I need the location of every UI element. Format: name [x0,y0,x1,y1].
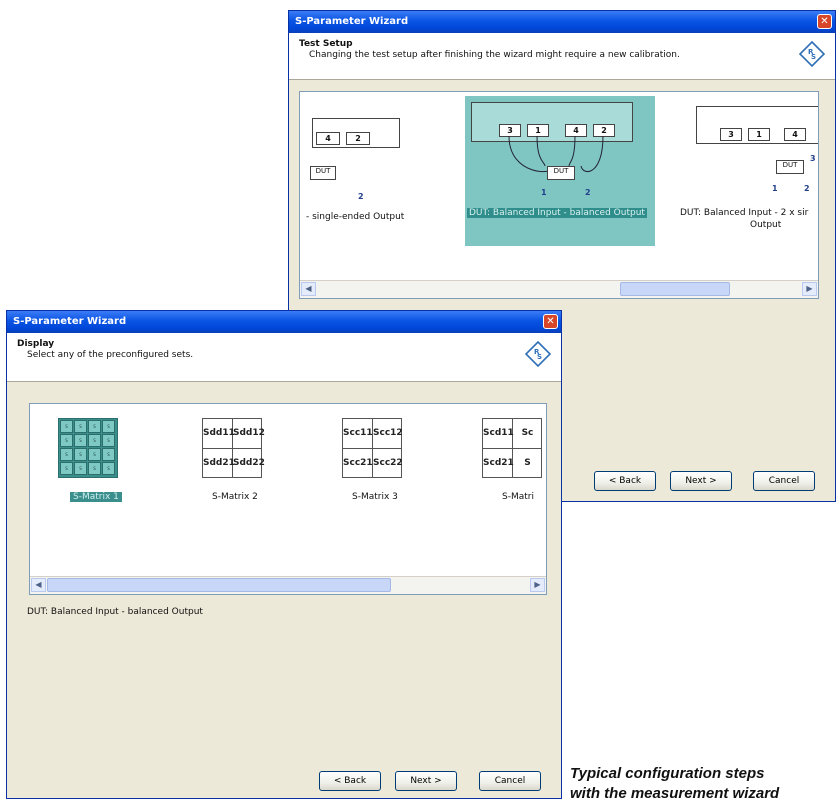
next-button[interactable]: Next > [670,471,732,491]
matrix-option-1[interactable]: S S S S S S S S S S S S S S S S S-Matrix… [58,404,128,514]
matrix-preview: Scc11 Scc12 Scc21 Scc22 [342,418,403,478]
wizard-window-display: S-Parameter Wizard ✕ Display Select any … [6,310,562,799]
matrix-cell: S [74,448,87,461]
scroll-left-arrow-icon[interactable]: ◀ [301,282,316,296]
setup-caption: - single-ended Output [306,212,405,222]
matrix-cell: S [74,462,87,475]
matrix-option-4[interactable]: Scd11 Sc Scd21 S S-Matri [482,404,546,514]
matrix-cell: Scc21 [343,449,373,478]
matrix-preview: S S S S S S S S S S S S S S S S [58,418,118,478]
pin-number: 2 [358,192,364,201]
wizard-header: Test Setup Changing the test setup after… [289,33,835,80]
next-button[interactable]: Next > [395,771,457,791]
setup-caption: DUT: Balanced Input - 2 x sir [680,208,809,218]
test-setup-list[interactable]: 4 2 DUT 2 - single-ended Output 3 1 4 2 … [299,91,819,299]
port-label: 2 [346,132,370,145]
pin-number: 1 [772,184,778,193]
matrix-cell: Sdd22 [233,458,265,468]
rohde-schwarz-logo-icon: R S [525,341,551,367]
matrix-cell: Scc11 [343,419,373,449]
matrix-cell: S [60,448,73,461]
scroll-right-arrow-icon[interactable]: ▶ [802,282,817,296]
selected-setup-description: DUT: Balanced Input - balanced Output [27,607,203,617]
scroll-thumb[interactable] [47,578,391,592]
back-button[interactable]: < Back [319,771,381,791]
matrix-set-list[interactable]: S S S S S S S S S S S S S S S S S-Matrix… [29,403,547,595]
matrix-cell: S [102,420,115,433]
matrix-cell: Sc [513,419,542,449]
close-button[interactable]: ✕ [817,14,832,29]
matrix-cell: S [74,434,87,447]
matrix-cell: Sdd21 [203,449,235,478]
matrix-cell: S [60,420,73,433]
dut-box: DUT [776,160,804,174]
window-title: S-Parameter Wizard [13,316,127,327]
back-button[interactable]: < Back [594,471,656,491]
pin-number: 3 [810,154,816,163]
matrix-cell: Scc12 [373,419,403,449]
figure-caption: Typical configuration steps with the mea… [570,764,779,804]
matrix-cell: Scc22 [373,458,403,468]
title-bar[interactable]: S-Parameter Wizard ✕ [289,11,835,33]
matrix-label: S-Matrix 2 [212,492,258,502]
cancel-button[interactable]: Cancel [479,771,541,791]
title-bar[interactable]: S-Parameter Wizard ✕ [7,311,561,333]
matrix-option-2[interactable]: Sdd11 Sdd12 Sdd21 Sdd22 S-Matrix 2 [202,404,272,514]
setup-option-single-ended[interactable]: 4 2 DUT 2 - single-ended Output [306,96,416,246]
matrix-label: S-Matri [502,492,534,502]
close-button[interactable]: ✕ [543,314,558,329]
matrix-cell: S [102,434,115,447]
matrix-cell: Scd21 [483,449,514,478]
page-subtitle: Changing the test setup after finishing … [309,50,680,60]
horizontal-scrollbar[interactable]: ◀ ▶ [30,576,546,594]
scroll-thumb[interactable] [620,282,730,296]
matrix-option-3[interactable]: Scc11 Scc12 Scc21 Scc22 S-Matrix 3 [342,404,412,514]
port-label: 3 [720,128,742,141]
horizontal-scrollbar[interactable]: ◀ ▶ [300,280,818,298]
page-title: Test Setup [299,39,353,49]
matrix-cell: S [88,462,101,475]
matrix-cell: Sdd11 [203,419,235,449]
matrix-label: S-Matrix 3 [352,492,398,502]
dut-box: DUT [310,166,336,180]
caption-line-2: with the measurement wizard [570,785,780,802]
matrix-cell: Sdd12 [233,419,265,449]
pin-number: 2 [585,188,591,197]
matrix-preview: Sdd11 Sdd12 Sdd21 Sdd22 [202,418,265,478]
svg-text:S: S [811,53,816,61]
cancel-button[interactable]: Cancel [753,471,815,491]
setup-caption-line2: Output [750,220,782,230]
matrix-cell: S [102,448,115,461]
matrix-cell: S [88,434,101,447]
port-label: 4 [784,128,806,141]
matrix-label-selected: S-Matrix 1 [70,492,122,502]
caption-line-1: Typical configuration steps [570,765,765,782]
scroll-right-arrow-icon[interactable]: ▶ [530,578,545,592]
matrix-cell: S [88,420,101,433]
pin-number: 1 [541,188,547,197]
wizard-header: Display Select any of the preconfigured … [7,333,561,382]
svg-text:S: S [537,353,542,361]
matrix-cell: S [60,434,73,447]
setup-option-2x-single-ended[interactable]: 3 1 4 DUT 1 2 3 DUT: Balanced Input - 2 … [680,96,818,246]
setup-option-balanced[interactable]: 3 1 4 2 DUT 1 2 DUT: Balanced Input - ba… [465,96,655,246]
cable-paths [508,135,604,173]
scroll-left-arrow-icon[interactable]: ◀ [31,578,46,592]
setup-caption-selected: DUT: Balanced Input - balanced Output [467,208,647,218]
matrix-cell: Scd11 [483,419,514,449]
dut-box: DUT [547,166,575,180]
matrix-cell: S [102,462,115,475]
matrix-cell: S [60,462,73,475]
matrix-cell: S [88,448,101,461]
matrix-preview: Scd11 Sc Scd21 S [482,418,542,478]
matrix-cell: S [524,458,531,468]
rohde-schwarz-logo-icon: R S [799,41,825,67]
port-label: 1 [748,128,770,141]
window-title: S-Parameter Wizard [295,16,409,27]
page-subtitle: Select any of the preconfigured sets. [27,350,194,360]
pin-number: 2 [804,184,810,193]
matrix-cell: S [74,420,87,433]
port-label: 4 [316,132,340,145]
page-title: Display [17,339,55,349]
